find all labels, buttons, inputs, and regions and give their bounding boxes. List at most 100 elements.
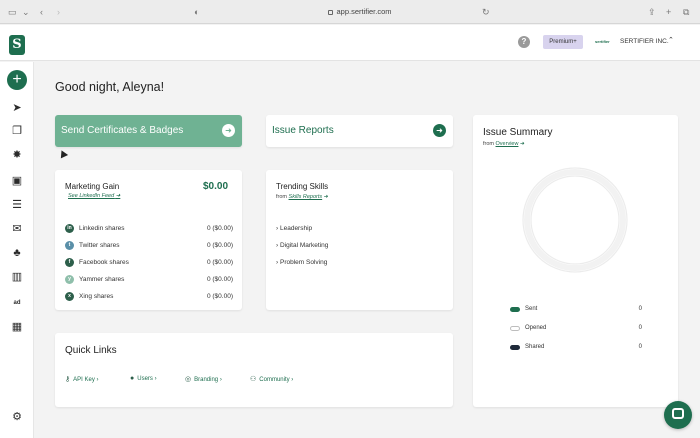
linkedin-icon: in	[65, 224, 74, 233]
issue-summary-card: Issue Summary from Overview ➜ Sent 0 Ope…	[473, 115, 678, 407]
fingerprint-icon: ◎	[185, 376, 192, 383]
share-row-twitter: t Twitter shares 0 ($0.00)	[65, 240, 233, 252]
share-row-yammer: y Yammer shares 0 ($0.00)	[65, 274, 233, 286]
twitter-icon: t	[65, 241, 74, 250]
skill-item[interactable]: › Problem Solving	[276, 259, 327, 266]
chevron-down-icon[interactable]: ⌄	[22, 6, 30, 18]
chevron-right-icon: ›	[219, 377, 222, 383]
marketing-gain-amount: $0.00	[203, 181, 229, 192]
quick-link-api-key[interactable]: ⚷ API Key ›	[65, 375, 99, 383]
arrow-right-icon: ➜	[222, 124, 235, 137]
legend-value: 0	[638, 344, 642, 350]
issue-reports-button[interactable]: Issue Reports ➜	[266, 115, 453, 147]
issue-reports-label: Issue Reports	[272, 125, 334, 136]
company-name[interactable]: SERTIFIER INC.	[620, 38, 669, 45]
send-certificates-button[interactable]: Send Certificates & Badges ➜	[55, 115, 242, 147]
share-row-linkedin: in Linkedin shares 0 ($0.00)	[65, 223, 233, 235]
see-linkedin-feed-link[interactable]: See LinkedIn Feed ➜	[68, 193, 120, 199]
chevron-right-icon: ›	[154, 376, 157, 382]
gift-icon[interactable]: ▦	[7, 318, 27, 336]
create-plus-button[interactable]: +	[7, 70, 27, 90]
legend-label: Shared	[525, 344, 545, 350]
legend-label: Opened	[525, 325, 547, 331]
back-icon[interactable]: ‹	[40, 6, 43, 18]
lock-icon	[328, 10, 334, 15]
mouse-cursor-icon	[57, 148, 69, 159]
chevron-up-icon[interactable]: ⌃	[668, 36, 674, 44]
share-value: 0 ($0.00)	[206, 259, 233, 266]
from-label: from	[276, 194, 287, 200]
reload-icon[interactable]: ↻	[482, 6, 490, 18]
share-value: 0 ($0.00)	[206, 242, 233, 249]
chevron-right-icon: ›	[276, 225, 279, 232]
analytics-icon[interactable]: ▥	[7, 268, 27, 286]
legend-swatch	[510, 345, 520, 350]
premium-badge[interactable]: Premium+	[543, 35, 583, 49]
tab-overview-icon[interactable]: ⧉	[683, 6, 689, 18]
sertifier-logo[interactable]: S	[9, 35, 25, 55]
trending-skills-card: Trending Skills from Skills Reports ➜ › …	[266, 170, 453, 310]
quick-link-label: Users	[137, 376, 153, 382]
list-icon[interactable]: ☰	[7, 196, 27, 214]
share-value: 0 ($0.00)	[206, 225, 233, 232]
company-logo: sertifier	[595, 39, 610, 44]
skills-reports-text: Skills Reports	[288, 194, 323, 200]
share-name: Twitter shares	[79, 242, 120, 249]
share-value: 0 ($0.00)	[206, 276, 233, 283]
skill-item[interactable]: › Digital Marketing	[276, 242, 328, 249]
quick-links-title: Quick Links	[65, 345, 117, 356]
legend-swatch	[510, 326, 520, 331]
sidebar: + ➤ ❐ ✸ ▣ ☰ ✉ ♣ ▥ ad ▦ ⚙	[0, 62, 34, 438]
marketing-gain-card: Marketing Gain $0.00 See LinkedIn Feed ➜…	[55, 170, 242, 310]
certificate-icon[interactable]: ▣	[7, 172, 27, 190]
donut-track	[524, 169, 626, 271]
legend-shared: Shared 0	[510, 344, 642, 352]
forward-icon[interactable]: ›	[57, 6, 60, 18]
new-tab-icon[interactable]: +	[666, 6, 671, 18]
share-row-xing: x Xing shares 0 ($0.00)	[65, 291, 233, 303]
issue-summary-title: Issue Summary	[483, 127, 553, 138]
chevron-right-icon: ›	[96, 377, 99, 383]
chevron-right-icon: ›	[291, 377, 294, 383]
trending-skills-source: from Skills Reports ➜	[276, 194, 328, 200]
address-bar[interactable]: app.sertifier.com	[225, 5, 495, 19]
share-row-facebook: f Facebook shares 0 ($0.00)	[65, 257, 233, 269]
share-name: Xing shares	[79, 293, 114, 300]
ad-icon[interactable]: ad	[7, 294, 27, 312]
chat-support-button[interactable]	[664, 401, 692, 429]
privacy-shield-icon[interactable]: ◐	[194, 6, 199, 18]
copies-icon[interactable]: ❐	[7, 122, 27, 140]
sidebar-toggle-icon[interactable]: ▭	[8, 6, 17, 18]
issue-summary-donut	[522, 167, 628, 273]
share-name: Yammer shares	[79, 276, 125, 283]
quick-link-branding[interactable]: ◎ Branding ›	[185, 375, 222, 383]
quick-link-community[interactable]: ⚇ Community ›	[250, 375, 293, 383]
send-icon[interactable]: ➤	[7, 99, 27, 117]
skill-item[interactable]: › Leadership	[276, 225, 312, 232]
quick-link-label: Branding	[194, 377, 219, 383]
from-label: from	[483, 141, 494, 147]
skills-reports-link[interactable]: Skills Reports	[289, 194, 323, 200]
arrow-circle-icon: ➜	[519, 141, 525, 147]
greeting-heading: Good night, Aleyna!	[55, 80, 165, 94]
browser-toolbar: ▭ ⌄ ‹ › ◐ app.sertifier.com ↻ ⇪ + ⧉	[0, 0, 700, 24]
help-icon[interactable]: ?	[518, 36, 530, 48]
settings-gear-icon[interactable]: ⚙	[7, 408, 27, 426]
quick-link-label: API Key	[73, 377, 95, 383]
yammer-icon: y	[65, 275, 74, 284]
mail-icon[interactable]: ✉	[7, 220, 27, 238]
share-name: Facebook shares	[79, 259, 129, 266]
donut-outer-ring	[522, 167, 628, 273]
skill-label: Digital Marketing	[279, 242, 329, 249]
badge-gear-icon[interactable]: ✸	[7, 146, 27, 164]
legend-label: Sent	[525, 306, 538, 312]
overview-link[interactable]: Overview	[496, 141, 519, 147]
quick-link-users[interactable]: ● Users ›	[130, 375, 157, 382]
legend-value: 0	[638, 306, 642, 312]
community-icon: ⚇	[250, 376, 257, 383]
issue-summary-source: from Overview ➜	[483, 141, 525, 147]
arrow-circle-icon: ➜	[115, 193, 121, 199]
users-icon[interactable]: ♣	[7, 244, 27, 262]
legend-value: 0	[638, 325, 642, 331]
share-icon[interactable]: ⇪	[648, 6, 656, 18]
